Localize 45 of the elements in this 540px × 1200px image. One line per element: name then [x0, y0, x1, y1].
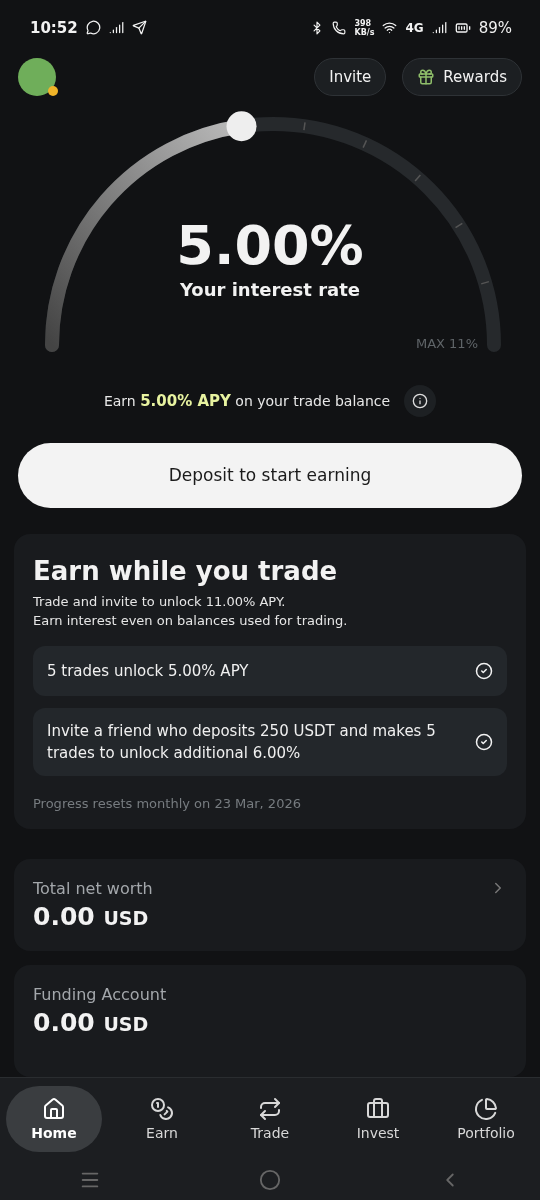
home-circle-icon[interactable] [259, 1169, 281, 1191]
house-icon [42, 1097, 66, 1121]
nav-tab[interactable]: Invest [330, 1086, 426, 1152]
briefcase-icon [366, 1097, 390, 1121]
info-icon [412, 392, 429, 409]
pie-chart-icon [474, 1097, 498, 1121]
nav-tab[interactable]: Earn [114, 1086, 210, 1152]
phone-icon [332, 20, 347, 35]
battery-level: 89% [478, 18, 512, 37]
chat-icon [85, 20, 101, 36]
account-label: Funding Account [33, 985, 167, 1004]
nav-tab[interactable]: Trade [222, 1086, 318, 1152]
account-amount: 0.00 USD [33, 902, 150, 931]
task-label: Invite a friend who deposits 250 USDT and makes 5 trades to unlock additional 6.00% [47, 721, 437, 764]
apy-note: Earn 5.00% APY on your trade balance [103, 391, 391, 410]
rewards-button[interactable]: Rewards [402, 57, 522, 96]
card-subtitle: Trade and invite to unlock 11.00% APY. Earn interest even on balances used for trading. [33, 593, 349, 630]
account-amount: 0.00 USD [33, 1008, 150, 1037]
account-card[interactable]: Funding Account 0.00 USD [14, 965, 526, 1077]
avatar[interactable] [18, 57, 56, 96]
task-label: 5 trades unlock 5.00% APY [47, 661, 249, 682]
gauge-knob[interactable] [226, 110, 257, 141]
account-label: Total net worth [33, 879, 153, 898]
network-speed: 398 KB/s [354, 18, 375, 37]
invite-button[interactable]: Invite [314, 57, 387, 96]
network-type: 4G [405, 20, 424, 35]
interest-rate: 5.00% [176, 216, 364, 275]
signal-icon [431, 20, 447, 36]
rate-caption: Your interest rate [180, 278, 360, 300]
deposit-button[interactable]: Deposit to start earning [18, 442, 522, 508]
wifi-icon [382, 20, 398, 36]
info-button[interactable] [404, 384, 437, 417]
card-title: Earn while you trade [33, 556, 339, 586]
swap-icon [258, 1097, 282, 1121]
gift-icon [417, 67, 436, 86]
coins-icon [150, 1097, 174, 1121]
card-footnote: Progress resets monthly on 23 Mar, 2026 [33, 796, 302, 811]
nav-tab[interactable]: Home [6, 1086, 102, 1152]
status-dot [48, 85, 58, 96]
account-card[interactable]: Total net worth 0.00 USD [14, 859, 526, 951]
nav-tab[interactable]: Portfolio [438, 1086, 534, 1152]
signal-icon [108, 20, 124, 36]
send-icon [131, 20, 147, 36]
max-label: MAX 11% [415, 335, 478, 351]
status-time: 10:52 [30, 18, 78, 37]
